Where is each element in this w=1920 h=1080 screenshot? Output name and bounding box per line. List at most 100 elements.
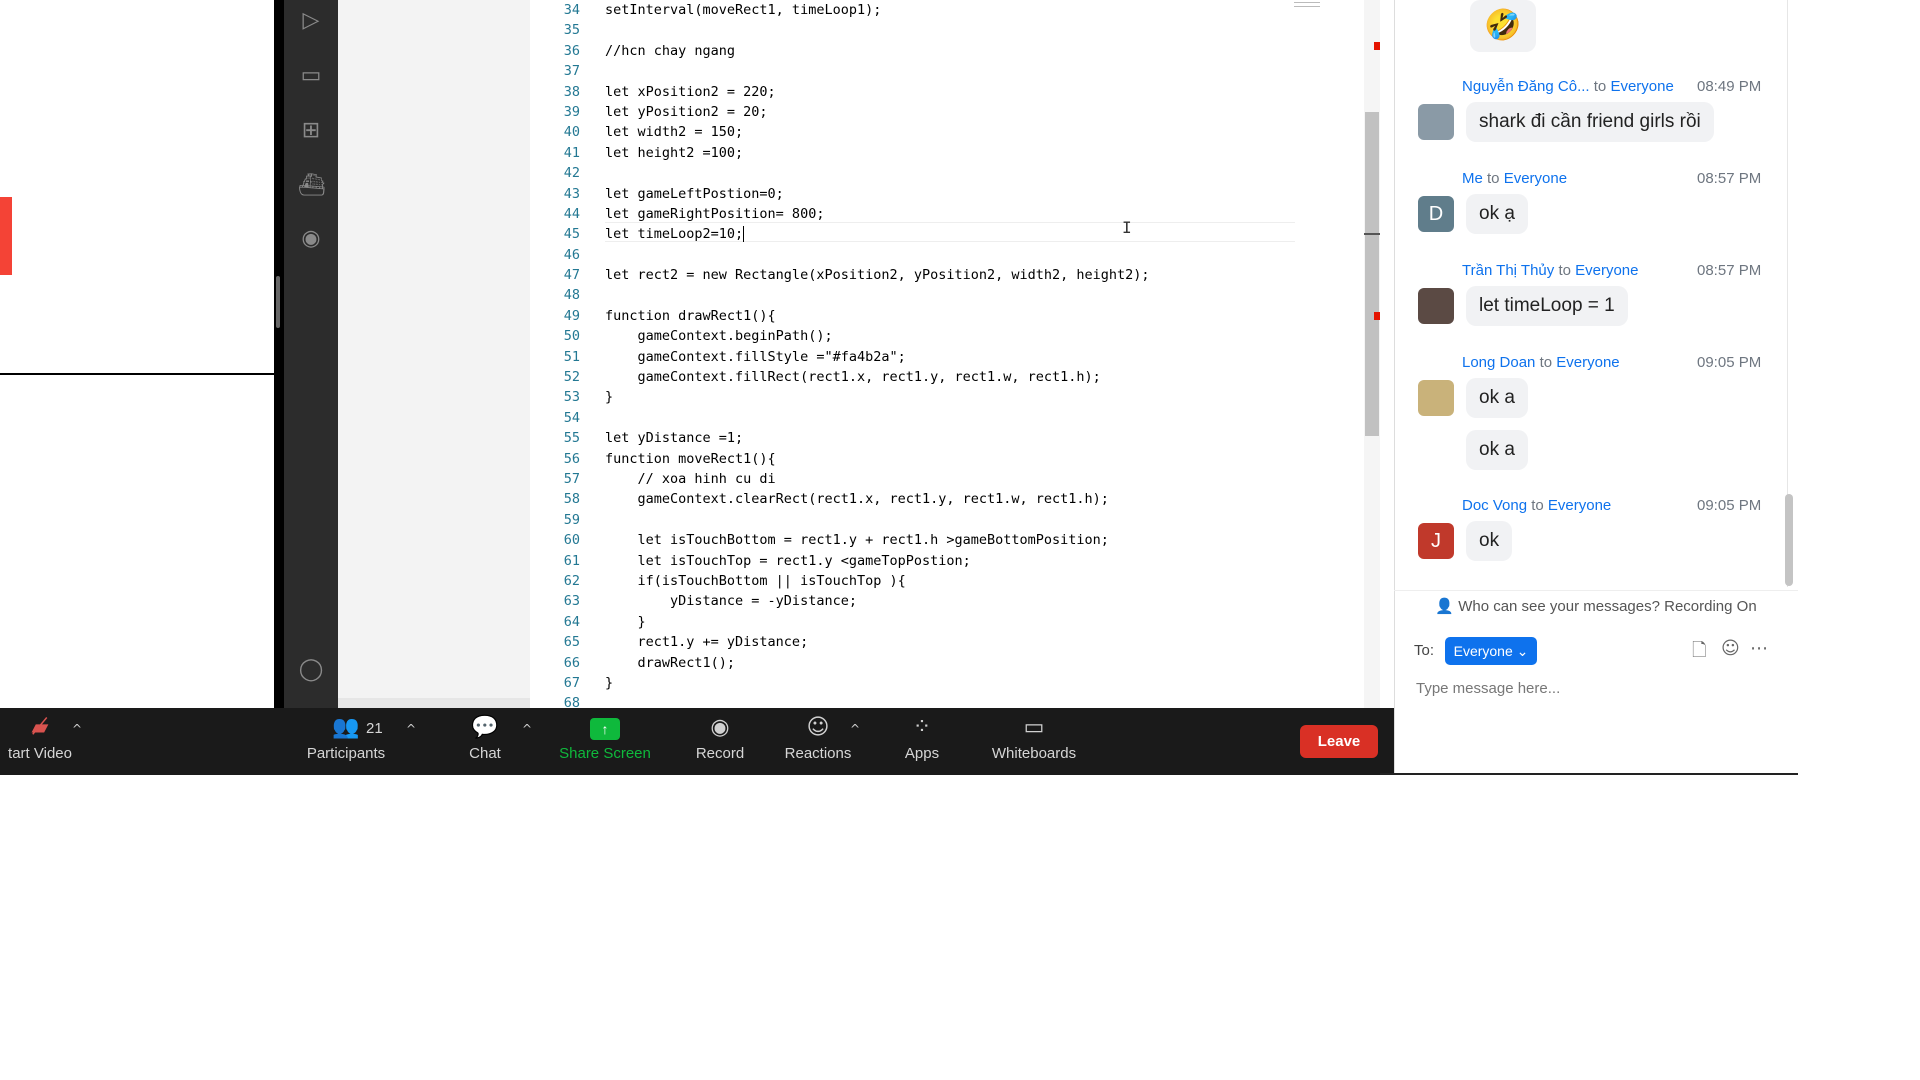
avatar[interactable]: D bbox=[1418, 196, 1454, 232]
avatar[interactable]: J bbox=[1418, 523, 1454, 559]
code-line[interactable]: gameContext.fillRect(rect1.x, rect1.y, r… bbox=[605, 367, 1150, 387]
code-line[interactable]: } bbox=[605, 387, 1150, 407]
extensions-icon[interactable]: ⊞ bbox=[298, 118, 324, 144]
video-off-icon: ▰̸ bbox=[31, 715, 49, 740]
line-number: 42 bbox=[563, 165, 580, 182]
code-line[interactable] bbox=[605, 245, 1150, 265]
code-line[interactable]: let yPosition2 = 20; bbox=[605, 102, 1150, 122]
code-line[interactable]: } bbox=[605, 612, 1150, 632]
avatar[interactable] bbox=[1418, 380, 1454, 416]
line-number: 66 bbox=[563, 654, 580, 671]
code-line[interactable]: drawRect1(); bbox=[605, 653, 1150, 673]
start-video-button[interactable]: ▰̸ tart Video bbox=[0, 708, 80, 775]
code-line[interactable]: } bbox=[605, 673, 1150, 693]
editor-scroll-thumb[interactable] bbox=[1365, 112, 1379, 436]
sender-name[interactable]: Trần Thị Thủy bbox=[1462, 262, 1554, 279]
chat-button[interactable]: 💬 Chat bbox=[460, 708, 510, 775]
panel-sash[interactable] bbox=[276, 276, 280, 328]
code-line[interactable]: //hcn chay ngang bbox=[605, 41, 1150, 61]
code-line[interactable] bbox=[605, 163, 1150, 183]
line-number: 59 bbox=[563, 511, 580, 528]
code-line[interactable]: function moveRect1(){ bbox=[605, 449, 1150, 469]
apps-icon: ⁘ bbox=[912, 715, 932, 740]
code-line[interactable]: let gameRightPosition= 800; bbox=[605, 204, 1150, 224]
code-line[interactable]: gameContext.clearRect(rect1.x, rect1.y, … bbox=[605, 489, 1150, 509]
code-line[interactable]: gameContext.fillStyle ="#fa4b2a"; bbox=[605, 347, 1150, 367]
chat-bottom-border bbox=[1380, 773, 1798, 775]
participants-button[interactable]: 👥 Participants bbox=[298, 708, 394, 775]
message-bubble[interactable]: ok ạ bbox=[1466, 194, 1528, 234]
code-content[interactable]: setInterval(moveRect1, timeLoop1); //hcn … bbox=[605, 0, 1150, 708]
code-line[interactable]: if(isTouchBottom || isTouchTop ){ bbox=[605, 571, 1150, 591]
message-time: 08:49 PM bbox=[1697, 78, 1762, 95]
docker-icon[interactable]: ⛴ bbox=[298, 173, 326, 199]
video-options-caret-icon[interactable]: ^ bbox=[72, 722, 82, 736]
left-video-area bbox=[0, 0, 274, 775]
code-line[interactable] bbox=[605, 693, 1150, 708]
file-icon[interactable]: 🗋 bbox=[1692, 638, 1706, 668]
code-line[interactable]: setInterval(moveRect1, timeLoop1); bbox=[605, 0, 1150, 20]
reactions-options-caret-icon[interactable]: ^ bbox=[850, 722, 860, 736]
sender-name[interactable]: Doc Vong bbox=[1462, 497, 1527, 514]
sender-name[interactable]: Long Doan bbox=[1462, 354, 1535, 371]
recipient-dropdown[interactable]: Everyone ⌄ bbox=[1445, 637, 1537, 665]
line-number: 60 bbox=[563, 532, 580, 549]
chat-scroll-thumb[interactable] bbox=[1785, 494, 1793, 586]
code-line[interactable]: let isTouchTop = rect1.y <gameTopPostion… bbox=[605, 551, 1150, 571]
privacy-notice[interactable]: 👤 Who can see your messages? Recording O… bbox=[1394, 590, 1798, 623]
line-number: 51 bbox=[563, 348, 580, 365]
code-editor[interactable]: 34 35 36 37 38 39 40 41 42 43 44 45 46 47 48 49 50 51 52 53… bbox=[530, 0, 1380, 708]
whiteboards-label: Whiteboards bbox=[991, 745, 1077, 762]
sidebar-scrollbar[interactable] bbox=[338, 698, 530, 708]
code-line[interactable]: let rect2 = new Rectangle(xPosition2, yP… bbox=[605, 265, 1150, 285]
reactions-button[interactable]: ☺ Reactions bbox=[782, 708, 854, 775]
remote-explorer-icon[interactable]: ▭ bbox=[298, 63, 324, 89]
code-line[interactable]: rect1.y += yDistance; bbox=[605, 632, 1150, 652]
code-line[interactable] bbox=[605, 510, 1150, 530]
message-bubble[interactable]: ok a bbox=[1466, 430, 1528, 470]
code-line[interactable]: gameContext.beginPath(); bbox=[605, 326, 1150, 346]
run-debug-icon[interactable]: ▷ bbox=[298, 8, 324, 34]
line-number: 38 bbox=[563, 83, 580, 100]
emoji-icon[interactable]: ☺ bbox=[1721, 638, 1740, 659]
message-bubble[interactable]: shark đi cần friend girls rồi bbox=[1466, 102, 1714, 142]
message-bubble[interactable]: ok bbox=[1466, 521, 1513, 561]
code-line[interactable]: let gameLeftPostion=0; bbox=[605, 184, 1150, 204]
code-line[interactable] bbox=[605, 20, 1150, 40]
message-bubble[interactable]: ok a bbox=[1466, 378, 1528, 418]
sender-name[interactable]: Nguyễn Đăng Cô... bbox=[1462, 78, 1590, 95]
code-line[interactable] bbox=[605, 61, 1150, 81]
share-screen-button[interactable]: ↑ Share Screen bbox=[555, 708, 655, 775]
chat-options-caret-icon[interactable]: ^ bbox=[522, 722, 532, 736]
to-word: to bbox=[1558, 262, 1571, 279]
sender-name[interactable]: Me bbox=[1462, 170, 1483, 187]
code-line[interactable] bbox=[605, 408, 1150, 428]
code-line[interactable]: let xPosition2 = 220; bbox=[605, 82, 1150, 102]
code-line[interactable]: let height2 =100; bbox=[605, 143, 1150, 163]
more-options-icon[interactable]: ⋯ bbox=[1750, 638, 1768, 659]
message-input[interactable] bbox=[1414, 675, 1778, 701]
code-line[interactable]: // xoa hinh cu di bbox=[605, 469, 1150, 489]
github-icon[interactable]: ◉ bbox=[298, 226, 324, 252]
avatar[interactable] bbox=[1418, 104, 1454, 140]
code-line[interactable] bbox=[605, 285, 1150, 305]
avatar[interactable] bbox=[1418, 288, 1454, 324]
recipient-name: Everyone bbox=[1575, 262, 1639, 279]
code-line[interactable]: let timeLoop2=10; bbox=[605, 224, 1150, 244]
record-button[interactable]: ◉ Record bbox=[690, 708, 750, 775]
leave-button[interactable]: Leave bbox=[1300, 725, 1378, 758]
to-word: to bbox=[1593, 78, 1607, 95]
account-icon[interactable]: ◯ bbox=[298, 657, 324, 683]
participants-options-caret-icon[interactable]: ^ bbox=[406, 722, 416, 736]
whiteboards-button[interactable]: ▭ Whiteboards bbox=[986, 708, 1082, 775]
code-line[interactable]: let yDistance =1; bbox=[605, 428, 1150, 448]
message-bubble[interactable]: let timeLoop = 1 bbox=[1466, 286, 1628, 326]
code-line[interactable]: yDistance = -yDistance; bbox=[605, 591, 1150, 611]
line-number: 34 bbox=[563, 2, 580, 18]
apps-button[interactable]: ⁘ Apps bbox=[898, 708, 946, 775]
participants-count: 21 bbox=[366, 720, 383, 737]
code-line[interactable]: let width2 = 150; bbox=[605, 122, 1150, 142]
code-line[interactable]: let isTouchBottom = rect1.y + rect1.h >g… bbox=[605, 530, 1150, 550]
code-line[interactable]: function drawRect1(){ bbox=[605, 306, 1150, 326]
emoji-message-bubble: 🤣 bbox=[1470, 0, 1536, 52]
